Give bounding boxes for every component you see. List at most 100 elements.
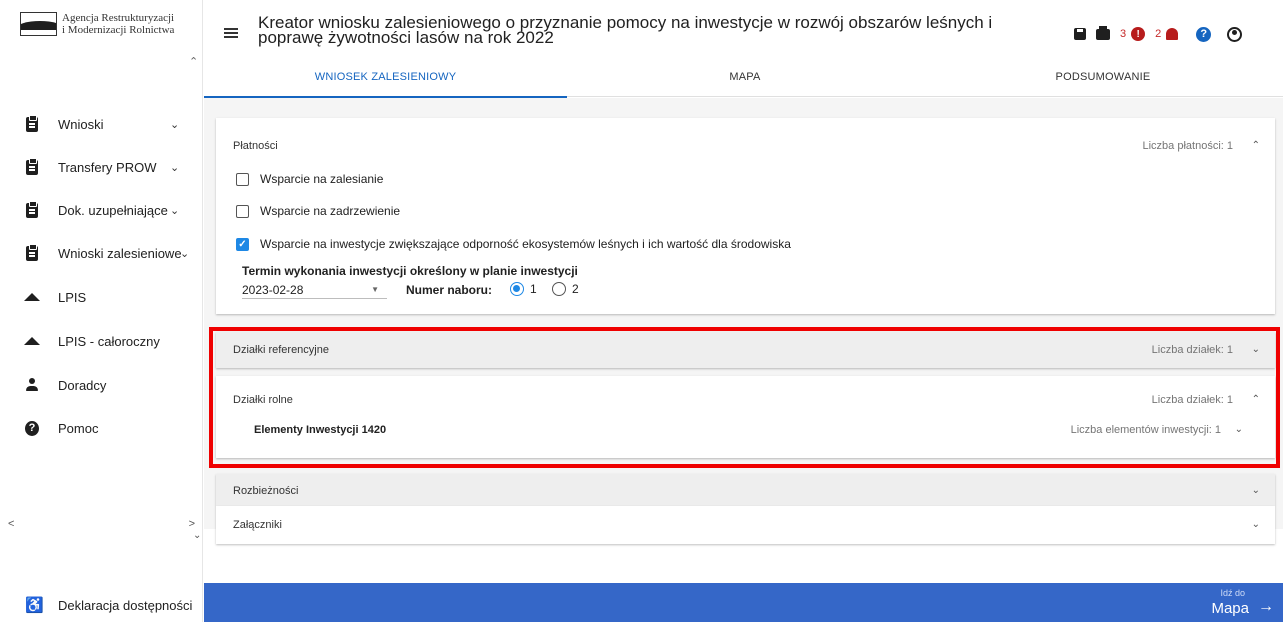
tab-mapa[interactable]: MAPA xyxy=(567,71,923,98)
sidebar-item-label: Pomoc xyxy=(58,420,99,436)
sidebar-horizontal-scrollbar[interactable]: < > xyxy=(0,517,203,531)
sidebar-item-pomoc[interactable]: ? Pomoc xyxy=(0,413,203,443)
dzialki-referencyjne-panel[interactable]: Działki referencyjne Liczba działek: 1 ⌄ xyxy=(216,332,1275,368)
clipboard-icon xyxy=(25,243,39,261)
sidebar-item-label: Wnioski xyxy=(58,116,104,132)
errors-count: 3 xyxy=(1120,28,1127,40)
radio-nabor-1[interactable]: 1 xyxy=(510,282,537,296)
alert-icon: ! xyxy=(1131,27,1146,41)
checkbox-zadrzewienie[interactable]: Wsparcie na zadrzewienie xyxy=(236,203,400,219)
mountain-icon xyxy=(24,289,40,305)
chevron-down-icon[interactable]: ⌄ xyxy=(1235,424,1243,435)
bell-icon xyxy=(1166,28,1179,40)
dropdown-arrow-icon: ▼ xyxy=(371,285,379,294)
dzialki-rolne-title[interactable]: Działki rolne xyxy=(233,394,293,406)
sidebar-item-label: Wnioski zalesieniowe xyxy=(58,245,182,261)
rozbieznosci-panel[interactable]: Rozbieżności ⌄ xyxy=(216,474,1275,506)
scroll-left-icon[interactable]: < xyxy=(8,518,14,530)
checkbox-box[interactable] xyxy=(236,172,249,186)
platnosci-count: Liczba płatności: 1 xyxy=(1142,140,1234,152)
page-title: Kreator wniosku zalesieniowego o przyzna… xyxy=(258,13,993,47)
sidebar-item-lpis-caloroczny[interactable]: LPIS - całoroczny xyxy=(0,326,203,356)
clipboard-icon xyxy=(25,114,39,132)
sidebar-item-wnioski-zalesieniowe[interactable]: Wnioski zalesieniowe ⌄ xyxy=(0,238,203,268)
print-icon[interactable] xyxy=(1096,25,1110,40)
checkbox-checked[interactable]: ✓ xyxy=(236,237,249,251)
chevron-up-icon[interactable]: ⌃ xyxy=(1252,394,1260,405)
clipboard-icon xyxy=(25,157,39,175)
sidebar-item-dok-uzupelniajace[interactable]: Dok. uzupełniające ⌄ xyxy=(0,195,203,225)
radio-label: 1 xyxy=(530,282,537,296)
main-content: Płatności Liczba płatności: 1 ⌃ Wsparcie… xyxy=(204,98,1283,544)
termin-value: 2023-02-28 xyxy=(242,282,304,297)
notifications-count: 2 xyxy=(1155,28,1162,40)
save-icon[interactable] xyxy=(1074,28,1086,40)
accessibility-icon: ♿ xyxy=(25,597,44,614)
bottom-navigation-bar: Idź do Mapa → xyxy=(204,583,1283,622)
chevron-down-icon: ⌄ xyxy=(180,247,190,260)
radio-nabor-2[interactable]: 2 xyxy=(552,282,579,296)
mountain-icon xyxy=(24,333,40,349)
chevron-down-icon[interactable]: ⌄ xyxy=(1252,485,1260,496)
zalaczniki-title: Załączniki xyxy=(233,519,282,531)
chevron-up-icon[interactable]: ⌃ xyxy=(1252,140,1260,151)
termin-select[interactable]: 2023-02-28 ▼ xyxy=(242,281,387,299)
logo-text-line2: i Modernizacji Rolnictwa xyxy=(62,24,175,36)
logo-text-line1: Agencja Restrukturyzacji xyxy=(62,12,175,24)
dzialki-rolne-count: Liczba działek: 1 xyxy=(1151,394,1233,406)
errors-button[interactable]: 3 ! xyxy=(1120,27,1146,41)
checkbox-label: Wsparcie na zalesianie xyxy=(260,172,384,186)
sidebar-item-lpis[interactable]: LPIS xyxy=(0,282,203,312)
sidebar-item-transfery-prow[interactable]: Transfery PROW ⌄ xyxy=(0,152,203,182)
sidebar-scroll-down-icon[interactable]: ⌄ xyxy=(193,530,201,541)
checkbox-zalesianie[interactable]: Wsparcie na zalesianie xyxy=(236,171,383,187)
sidebar-item-wnioski[interactable]: Wnioski ⌄ xyxy=(0,109,203,139)
chevron-down-icon: ⌄ xyxy=(170,161,180,174)
tab-podsumowanie[interactable]: PODSUMOWANIE xyxy=(923,71,1283,98)
sidebar-scroll-up-icon[interactable]: ⌃ xyxy=(189,55,198,68)
clipboard-icon xyxy=(25,200,39,218)
tab-wniosek-zalesieniowy[interactable]: WNIOSEK ZALESIENIOWY xyxy=(204,71,567,98)
chevron-down-icon[interactable]: ⌄ xyxy=(1252,344,1260,355)
dzialki-rolne-panel: Działki rolne Liczba działek: 1 ⌃ Elemen… xyxy=(216,376,1275,458)
help-icon: ? xyxy=(1196,26,1212,42)
nabor-label: Numer naboru: xyxy=(406,283,493,297)
sidebar-item-label: Dok. uzupełniające xyxy=(58,202,168,218)
sidebar-item-label: Doradcy xyxy=(58,377,107,393)
checkbox-label: Wsparcie na zadrzewienie xyxy=(260,204,401,218)
arimr-logo-mark xyxy=(20,12,57,36)
go-to-label: Idź do xyxy=(1220,588,1245,598)
chevron-down-icon: ⌄ xyxy=(170,118,180,131)
elementy-inwestycji-title[interactable]: Elementy Inwestycji 1420 xyxy=(254,424,386,436)
elementy-inwestycji-count: Liczba elementów inwestycji: 1 xyxy=(1070,424,1221,436)
radio-unselected[interactable] xyxy=(552,282,566,296)
header-toolbar: 3 ! 2 ? xyxy=(1074,24,1252,44)
arimr-logo[interactable]: Agencja Restrukturyzacji i Modernizacji … xyxy=(20,12,174,36)
sidebar-item-label: Transfery PROW xyxy=(58,159,157,175)
platnosci-title[interactable]: Płatności xyxy=(233,140,278,152)
notifications-button[interactable]: 2 xyxy=(1155,28,1179,40)
dzialki-referencyjne-count: Liczba działek: 1 xyxy=(1151,344,1233,356)
tab-bar: WNIOSEK ZALESIENIOWY MAPA PODSUMOWANIE xyxy=(204,71,1283,98)
sidebar-item-label: Deklaracja dostępności xyxy=(58,597,193,613)
chevron-down-icon[interactable]: ⌄ xyxy=(1252,519,1260,530)
radio-label: 2 xyxy=(572,282,579,296)
sidebar-item-doradcy[interactable]: Doradcy xyxy=(0,370,203,400)
sidebar-item-deklaracja-dostepnosci[interactable]: ♿ Deklaracja dostępności xyxy=(0,595,203,615)
zalaczniki-panel[interactable]: Załączniki ⌄ xyxy=(216,506,1275,544)
menu-icon[interactable] xyxy=(224,28,238,38)
checkbox-inwestycje[interactable]: ✓ Wsparcie na inwestycje zwiększające od… xyxy=(236,236,791,252)
sidebar: Agencja Restrukturyzacji i Modernizacji … xyxy=(0,0,203,622)
scroll-right-icon[interactable]: > xyxy=(189,518,195,530)
help-icon: ? xyxy=(25,420,39,436)
radio-selected[interactable] xyxy=(510,282,524,296)
help-button[interactable]: ? xyxy=(1196,26,1212,42)
sidebar-item-label: LPIS xyxy=(58,289,87,305)
logo-text: Agencja Restrukturyzacji i Modernizacji … xyxy=(62,12,174,36)
sidebar-item-label: LPIS - całoroczny xyxy=(58,333,160,349)
go-to-target: Mapa xyxy=(1211,600,1249,617)
checkbox-box[interactable] xyxy=(236,204,249,218)
person-icon xyxy=(25,377,39,393)
platnosci-panel: Płatności Liczba płatności: 1 ⌃ Wsparcie… xyxy=(216,118,1275,314)
user-button[interactable] xyxy=(1227,26,1243,42)
